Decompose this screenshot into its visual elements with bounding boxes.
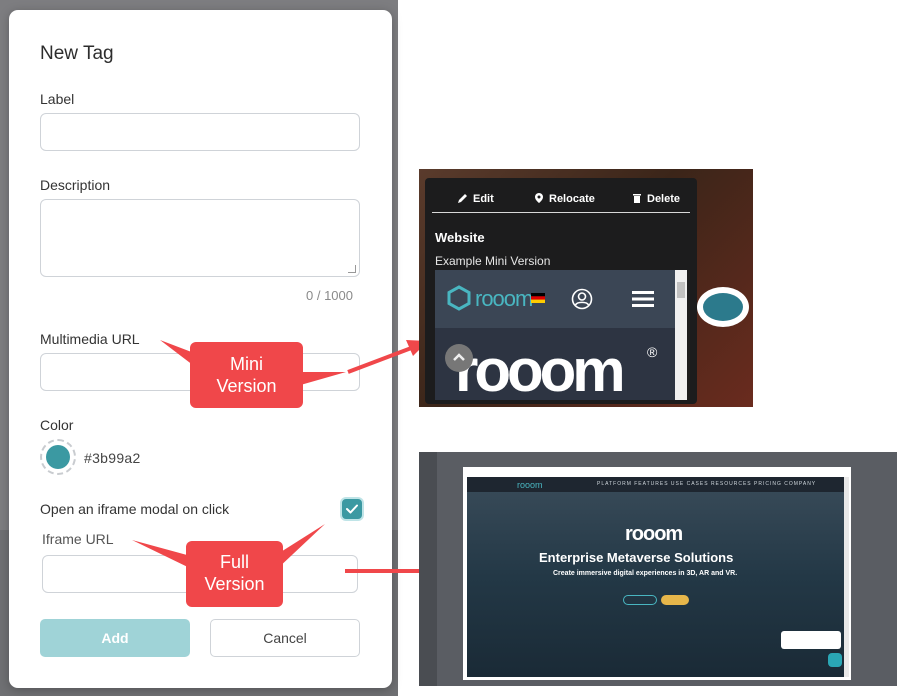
full-site-page[interactable]: rooom PLATFORM FEATURES USE CASES RESOUR… [467,477,844,677]
full-callout-tail-right [276,524,325,570]
tag-marker-icon[interactable] [697,287,749,327]
registered-mark: ® [647,344,658,360]
full-callout-line1: Full [219,552,249,572]
mini-site-big-logo: rooom [455,337,626,400]
rooom-logo-icon [447,285,471,311]
mini-iframe[interactable]: rooom rooom ® [435,270,687,400]
relocate-tool[interactable]: Relocate [535,193,595,205]
tag-description: Example Mini Version [435,254,551,268]
hamburger-menu-icon[interactable] [632,290,654,308]
delete-tool[interactable]: Delete [633,193,681,205]
screenshot-page: New Tag Label Description 0 / 1000 Multi… [0,0,898,696]
full-callout-line2: Version [204,574,265,594]
relocate-label: Relocate [549,193,595,205]
tag-title: Website [435,230,485,245]
notification-card [781,631,841,649]
mini-version-preview: Edit Relocate Delete Website Example Min… [419,169,753,407]
chat-icon[interactable] [828,653,842,667]
full-site-logo: rooom [517,480,543,490]
mini-callout-line2: Version [216,376,277,396]
scroll-up-button[interactable] [445,344,473,372]
free-trial-button[interactable] [661,595,689,605]
editor-left-toolbar [419,452,437,686]
mini-version-callout: Mini Version [190,342,303,408]
user-account-icon[interactable] [571,288,593,310]
mini-scrollbar[interactable] [675,270,687,400]
mini-site-nav: rooom [435,270,675,328]
full-version-callout: Full Version [186,541,283,607]
full-site-nav: rooom PLATFORM FEATURES USE CASES RESOUR… [467,477,844,492]
chevron-up-icon [453,353,465,361]
trash-icon [633,194,641,203]
pencil-icon [458,194,467,203]
full-site-headline: Enterprise Metaverse Solutions [539,550,734,565]
full-scrollbar[interactable] [844,477,849,677]
german-flag-icon [531,293,545,303]
iframe-modal: rooom PLATFORM FEATURES USE CASES RESOUR… [463,467,851,680]
location-pin-icon [535,193,543,203]
mini-callout-line1: Mini [229,354,263,374]
full-site-brand: rooom [625,523,683,545]
mini-callout-tail-right [297,372,346,386]
full-site-nav-links: PLATFORM FEATURES USE CASES RESOURCES PR… [597,481,817,487]
tag-popup-toolbar: Edit Relocate Delete [432,185,690,213]
full-site-tagline: Create immersive digital experiences in … [553,570,738,577]
mini-site-brand: rooom [475,286,533,311]
edit-label: Edit [473,193,494,205]
mini-arrow-line [347,345,415,374]
mini-scroll-thumb[interactable] [677,282,685,298]
full-version-preview: rooom PLATFORM FEATURES USE CASES RESOUR… [419,452,897,686]
delete-label: Delete [647,193,681,205]
edit-tool[interactable]: Edit [458,193,494,205]
learn-more-button[interactable] [623,595,657,605]
